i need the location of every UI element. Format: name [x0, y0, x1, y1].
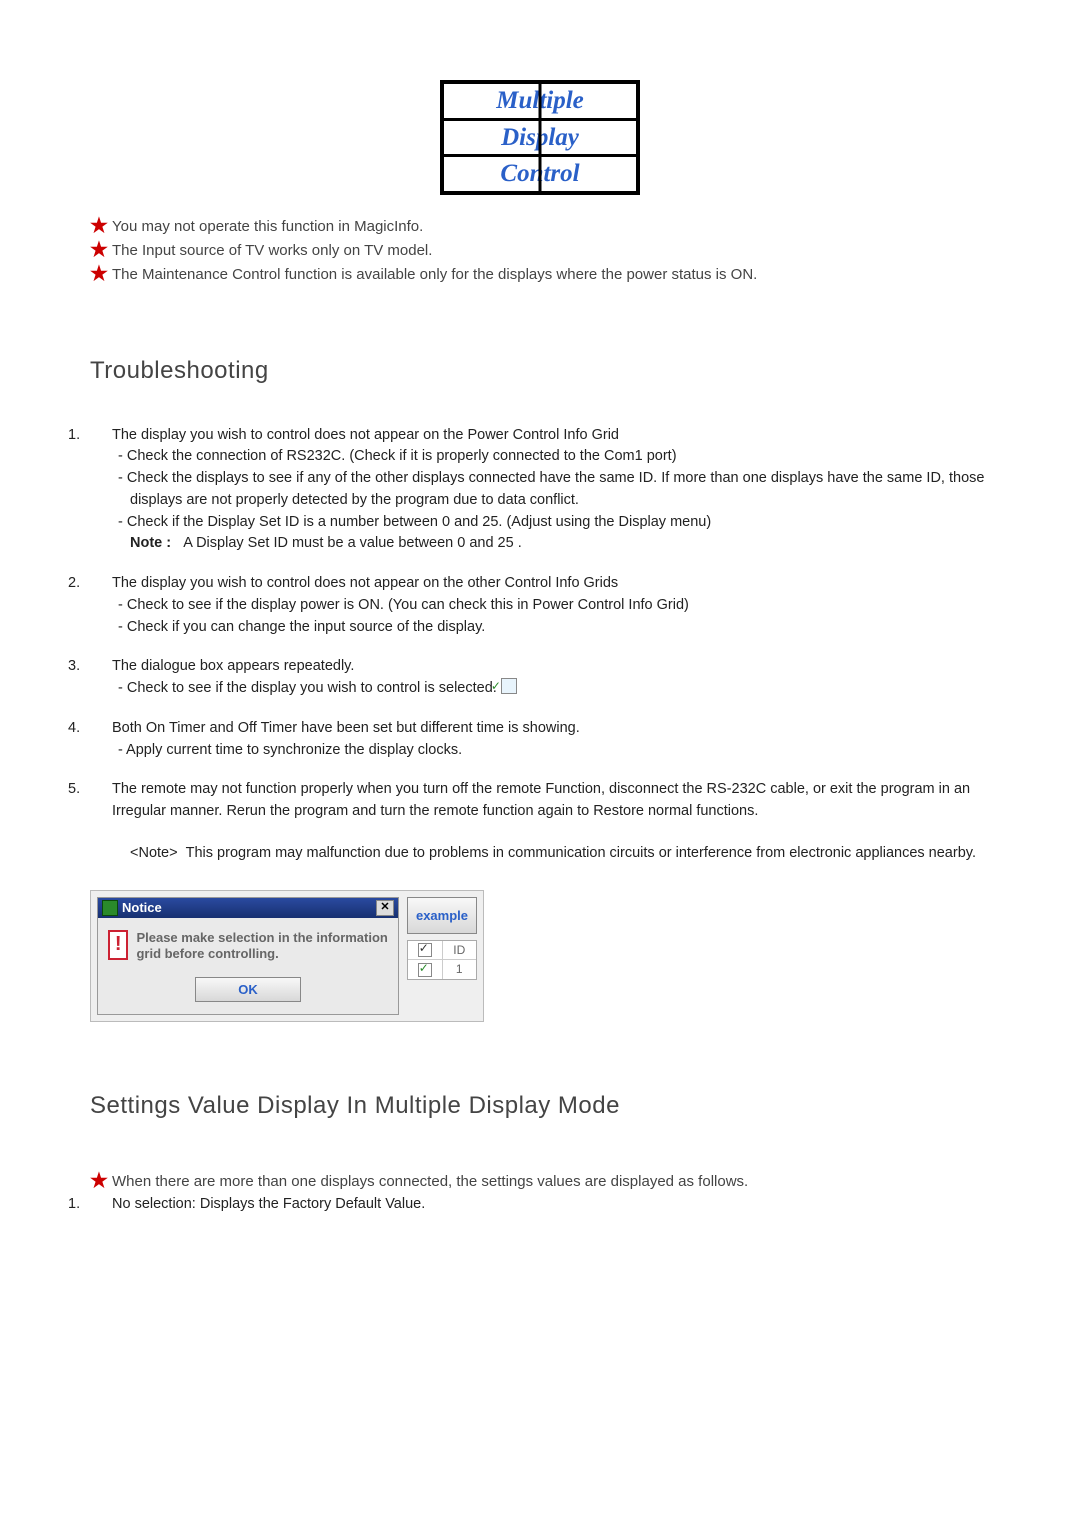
- ts-item-head: 4.Both On Timer and Off Timer have been …: [90, 718, 990, 740]
- settings-display-heading: Settings Value Display In Multiple Displ…: [90, 1092, 990, 1120]
- ts-item-head: 2.The display you wish to control does n…: [90, 573, 990, 595]
- global-note-label: <Note>: [130, 845, 178, 861]
- id-mini-table: ID 1: [407, 940, 477, 981]
- ts-item-number: 4.: [90, 718, 112, 740]
- ts-sub: - Check to see if the display power is O…: [90, 595, 990, 617]
- notice-dialog: Notice ✕ ! Please make selection in the …: [97, 897, 399, 1016]
- ts-sub: - Apply current time to synchronize the …: [90, 740, 990, 762]
- dialog-body: ! Please make selection in the informati…: [98, 918, 398, 968]
- red-star-icon: ★: [90, 1170, 108, 1192]
- mini-table-row-check: [408, 960, 443, 979]
- checkbox-checked-icon: [418, 943, 432, 957]
- red-star-icon: ★: [90, 263, 108, 285]
- example-button[interactable]: example: [407, 897, 477, 934]
- ts-item-text: The remote may not function properly whe…: [112, 781, 970, 819]
- document-page: Multiple Display Control ★ You may not o…: [0, 0, 1080, 1276]
- ts-item-text: The display you wish to control does not…: [112, 427, 619, 443]
- example-column: example ID 1: [407, 897, 477, 1016]
- dialog-buttons: OK: [98, 967, 398, 1014]
- ts-item-text: The display you wish to control does not…: [112, 575, 618, 591]
- ok-button[interactable]: OK: [195, 977, 301, 1002]
- mini-table-check-header: [408, 941, 443, 960]
- global-note-text: This program may malfunction due to prob…: [186, 845, 976, 861]
- ts-item-number: 2.: [90, 573, 112, 595]
- ts-item-text: Both On Timer and Off Timer have been se…: [112, 720, 580, 736]
- ts-item-number: 3.: [90, 656, 112, 678]
- section2-note: ★ When there are more than one displays …: [90, 1170, 990, 1194]
- top-note: ★ You may not operate this function in M…: [90, 215, 990, 239]
- ts-item-head: 5.The remote may not function properly w…: [90, 779, 990, 823]
- red-star-icon: ★: [90, 239, 108, 261]
- ts-item-4: 4.Both On Timer and Off Timer have been …: [90, 718, 990, 762]
- ts-note: Note : A Display Set ID must be a value …: [90, 533, 990, 555]
- section2-item-text: No selection: Displays the Factory Defau…: [112, 1196, 425, 1212]
- notice-example-panel: Notice ✕ ! Please make selection in the …: [90, 890, 484, 1023]
- logo-container: Multiple Display Control: [90, 80, 990, 195]
- dialog-titlebar: Notice ✕: [98, 898, 398, 918]
- ts-item-head: 1.The display you wish to control does n…: [90, 425, 990, 447]
- ts-note-text: A Display Set ID must be a value between…: [183, 535, 522, 551]
- ts-sub: - Check to see if the display you wish t…: [90, 678, 990, 700]
- section2-note-text: When there are more than one displays co…: [112, 1173, 748, 1190]
- app-logo: Multiple Display Control: [440, 80, 640, 195]
- checkbox-checked-icon: [501, 678, 517, 694]
- ts-sub: - Check the displays to see if any of th…: [90, 468, 990, 512]
- ts-sub: - Check if you can change the input sour…: [90, 617, 990, 639]
- ts-item-number: 5.: [90, 779, 112, 801]
- top-note: ★ The Maintenance Control function is av…: [90, 263, 990, 287]
- logo-divider-vertical: [539, 84, 542, 191]
- close-icon[interactable]: ✕: [376, 900, 394, 916]
- dialog-app-icon: [102, 900, 118, 916]
- ts-item-2: 2.The display you wish to control does n…: [90, 573, 990, 638]
- top-note-text: The Maintenance Control function is avai…: [112, 266, 757, 283]
- top-note: ★ The Input source of TV works only on T…: [90, 239, 990, 263]
- ts-note-label: Note :: [130, 535, 171, 551]
- section2-item-number: 1.: [90, 1194, 112, 1216]
- checkbox-checked-icon: [418, 963, 432, 977]
- mini-table-id-value: 1: [443, 960, 477, 979]
- ts-item-1: 1.The display you wish to control does n…: [90, 425, 990, 556]
- ts-sub: - Check if the Display Set ID is a numbe…: [90, 512, 990, 534]
- mini-table-id-header: ID: [443, 941, 477, 960]
- dialog-message: Please make selection in the information…: [136, 930, 388, 964]
- section2-item-1: 1.No selection: Displays the Factory Def…: [90, 1194, 990, 1216]
- warning-icon: !: [108, 930, 128, 960]
- top-notes-list: ★ You may not operate this function in M…: [90, 215, 990, 287]
- troubleshooting-list: 1.The display you wish to control does n…: [90, 425, 990, 865]
- ts-sub-text: - Check to see if the display you wish t…: [118, 680, 497, 696]
- ts-item-head: 3.The dialogue box appears repeatedly.: [90, 656, 990, 678]
- global-note: <Note> This program may malfunction due …: [150, 843, 990, 865]
- dialog-title: Notice: [122, 900, 162, 915]
- ts-item-text: The dialogue box appears repeatedly.: [112, 658, 354, 674]
- ts-item-3: 3.The dialogue box appears repeatedly. -…: [90, 656, 990, 700]
- ts-sub: - Check the connection of RS232C. (Check…: [90, 446, 990, 468]
- ts-item-number: 1.: [90, 425, 112, 447]
- top-note-text: The Input source of TV works only on TV …: [112, 242, 432, 259]
- troubleshooting-heading: Troubleshooting: [90, 357, 990, 385]
- red-star-icon: ★: [90, 215, 108, 237]
- ts-item-5: 5.The remote may not function properly w…: [90, 779, 990, 823]
- section2-body: ★ When there are more than one displays …: [90, 1170, 990, 1216]
- top-note-text: You may not operate this function in Mag…: [112, 218, 423, 235]
